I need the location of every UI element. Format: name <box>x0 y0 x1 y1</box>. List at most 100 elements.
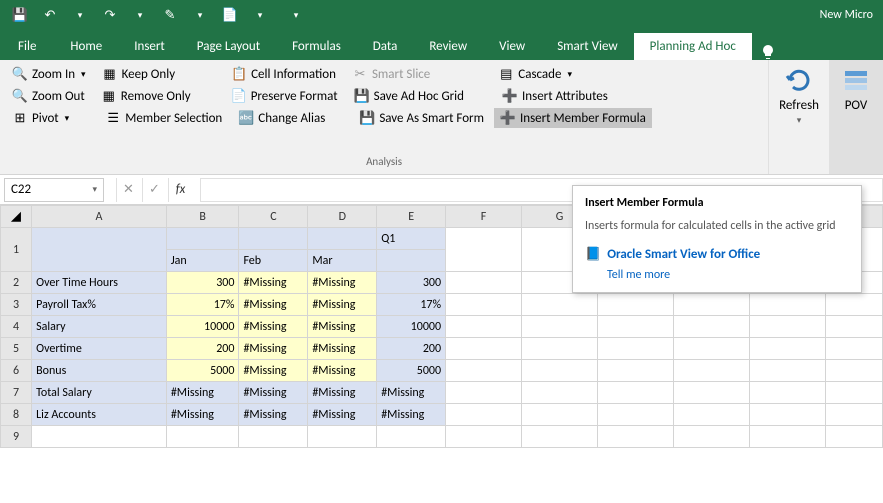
select-all-corner[interactable]: ◢ <box>1 206 32 228</box>
cell[interactable]: #Missing <box>239 338 308 360</box>
cell[interactable]: Over Time Hours <box>32 272 167 294</box>
tab-insert[interactable]: Insert <box>118 33 181 60</box>
tab-planning-adhoc[interactable]: Planning Ad Hoc <box>634 33 752 60</box>
save-adhoc-button[interactable]: 💾Save Ad Hoc Grid <box>348 86 470 106</box>
change-alias-button[interactable]: 🔤Change Alias <box>232 108 331 128</box>
accept-formula-icon[interactable]: ✓ <box>142 178 166 202</box>
pov-button[interactable]: POV ▾ <box>830 60 882 130</box>
tab-data[interactable]: Data <box>357 33 414 60</box>
pivot-button[interactable]: ⊞Pivot▾ <box>6 108 75 128</box>
tooltip-tell-me-more[interactable]: Tell me more <box>585 268 849 282</box>
col-header-B[interactable]: B <box>166 206 239 228</box>
row-header-6[interactable]: 6 <box>1 360 32 382</box>
cell[interactable]: #Missing <box>239 316 308 338</box>
cell-information-button[interactable]: 📋Cell Information <box>225 64 342 84</box>
col-header-C[interactable]: C <box>239 206 308 228</box>
cell[interactable]: 17% <box>377 294 446 316</box>
col-header-E[interactable]: E <box>377 206 446 228</box>
tooltip-help-link[interactable]: 📘 Oracle Smart View for Office <box>585 247 849 262</box>
cell[interactable]: #Missing <box>308 382 377 404</box>
tab-formulas[interactable]: Formulas <box>276 33 357 60</box>
zoom-in-button[interactable]: 🔍Zoom In▾ <box>6 64 92 84</box>
cell[interactable]: 200 <box>166 338 239 360</box>
cell[interactable]: 200 <box>377 338 446 360</box>
refresh-button[interactable]: Refresh ▾ <box>769 60 829 130</box>
cancel-formula-icon[interactable]: ✕ <box>116 178 140 202</box>
redo-caret-icon[interactable]: ▾ <box>130 5 150 25</box>
redo-icon[interactable]: ↷ <box>100 5 120 25</box>
cell[interactable]: Bonus <box>32 360 167 382</box>
cell[interactable]: Payroll Tax% <box>32 294 167 316</box>
cell[interactable]: #Missing <box>239 294 308 316</box>
undo-caret-icon[interactable]: ▾ <box>70 5 90 25</box>
cell[interactable] <box>377 250 446 272</box>
cell[interactable]: Overtime <box>32 338 167 360</box>
col-header-D[interactable]: D <box>308 206 377 228</box>
save-smart-form-button[interactable]: 💾Save As Smart Form <box>353 108 490 128</box>
row-header-3[interactable]: 3 <box>1 294 32 316</box>
fx-icon[interactable]: fx <box>168 178 192 202</box>
cell[interactable]: #Missing <box>308 338 377 360</box>
cell[interactable]: 17% <box>166 294 239 316</box>
cell[interactable]: #Missing <box>308 272 377 294</box>
row-header-9[interactable]: 9 <box>1 426 32 448</box>
preserve-format-button[interactable]: 📄Preserve Format <box>225 86 344 106</box>
keep-only-button[interactable]: ▦Keep Only <box>96 64 182 84</box>
new-caret-icon[interactable]: ▾ <box>250 5 270 25</box>
cell[interactable]: #Missing <box>308 294 377 316</box>
cell[interactable]: Mar <box>308 250 377 272</box>
row-header-5[interactable]: 5 <box>1 338 32 360</box>
new-doc-icon[interactable]: 📄 <box>220 5 240 25</box>
col-header-F[interactable]: F <box>446 206 522 228</box>
name-box[interactable]: C22▾ <box>4 178 104 202</box>
cell[interactable]: #Missing <box>239 404 308 426</box>
tab-view[interactable]: View <box>483 33 541 60</box>
insert-attributes-button[interactable]: ➕Insert Attributes <box>496 86 614 106</box>
cascade-button[interactable]: ▤Cascade▾ <box>492 64 578 84</box>
row-header-4[interactable]: 4 <box>1 316 32 338</box>
cell[interactable]: #Missing <box>239 360 308 382</box>
cell[interactable] <box>166 228 239 250</box>
cell[interactable]: Liz Accounts <box>32 404 167 426</box>
cell[interactable]: 10000 <box>377 316 446 338</box>
cell[interactable]: #Missing <box>166 382 239 404</box>
cell[interactable]: #Missing <box>308 360 377 382</box>
touch-caret-icon[interactable]: ▾ <box>190 5 210 25</box>
cell[interactable]: Q1 <box>377 228 446 250</box>
touch-mode-icon[interactable]: ✎ <box>160 5 180 25</box>
col-header-A[interactable]: A <box>32 206 167 228</box>
row-header-7[interactable]: 7 <box>1 382 32 404</box>
save-icon[interactable]: 💾 <box>10 5 30 25</box>
tab-home[interactable]: Home <box>54 33 118 60</box>
cell[interactable]: 10000 <box>166 316 239 338</box>
cell[interactable] <box>239 228 308 250</box>
remove-only-button[interactable]: ▦Remove Only <box>95 86 197 106</box>
cell[interactable]: #Missing <box>377 404 446 426</box>
insert-member-formula-button[interactable]: ➕Insert Member Formula <box>494 108 652 128</box>
cell[interactable]: Jan <box>166 250 239 272</box>
zoom-out-button[interactable]: 🔍Zoom Out <box>6 86 91 106</box>
row-header-2[interactable]: 2 <box>1 272 32 294</box>
cell[interactable]: #Missing <box>308 316 377 338</box>
tab-file[interactable]: File <box>0 33 54 60</box>
cell[interactable]: 300 <box>377 272 446 294</box>
cell[interactable]: Feb <box>239 250 308 272</box>
tab-review[interactable]: Review <box>413 33 483 60</box>
customize-qat-icon[interactable]: ▾ <box>286 5 306 25</box>
tab-smart-view[interactable]: Smart View <box>541 33 633 60</box>
cell[interactable]: #Missing <box>239 272 308 294</box>
cell[interactable]: #Missing <box>308 404 377 426</box>
undo-icon[interactable]: ↶ <box>40 5 60 25</box>
cell[interactable]: #Missing <box>239 382 308 404</box>
cell[interactable]: Total Salary <box>32 382 167 404</box>
tell-me-icon[interactable] <box>752 44 784 60</box>
tab-page-layout[interactable]: Page Layout <box>181 33 276 60</box>
row-header-8[interactable]: 8 <box>1 404 32 426</box>
cell[interactable]: 5000 <box>377 360 446 382</box>
cell[interactable]: 5000 <box>166 360 239 382</box>
row-header-1[interactable]: 1 <box>1 228 32 272</box>
cell[interactable]: 300 <box>166 272 239 294</box>
cell[interactable]: Salary <box>32 316 167 338</box>
cell[interactable] <box>308 228 377 250</box>
cell[interactable]: #Missing <box>166 404 239 426</box>
